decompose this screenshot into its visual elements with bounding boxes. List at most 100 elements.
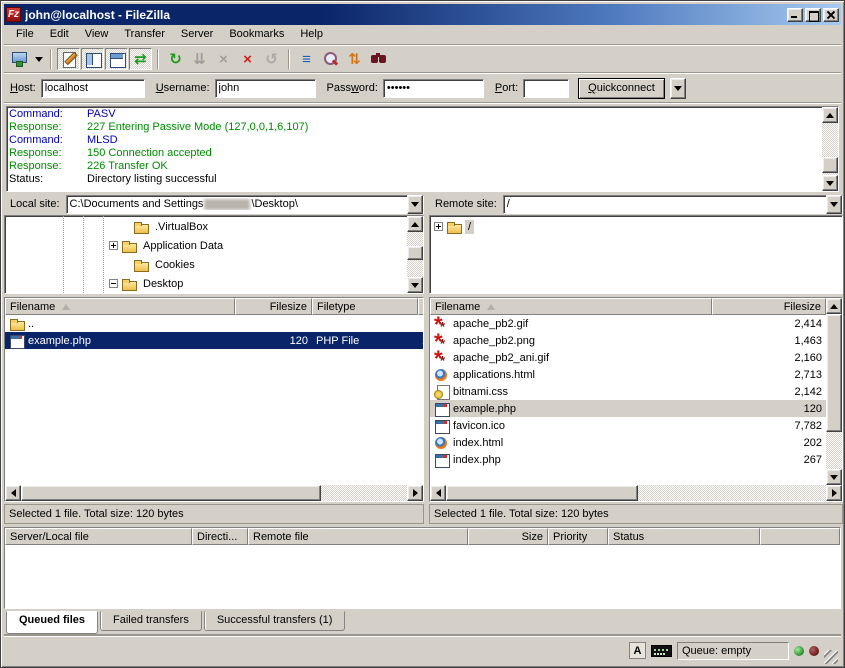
remote-site-dropdown-button[interactable] — [826, 195, 842, 214]
remote-vscrollbar[interactable] — [826, 298, 842, 485]
toggle-message-log-icon[interactable] — [57, 48, 80, 70]
speed-limit-icon[interactable] — [651, 645, 672, 657]
menu-help[interactable]: Help — [292, 26, 331, 43]
compare-directories-icon[interactable] — [319, 48, 342, 70]
remote-hscrollbar[interactable] — [430, 485, 842, 501]
remote-site-combo[interactable]: / — [503, 195, 843, 214]
tree-item-root[interactable]: / — [430, 217, 842, 236]
column-header[interactable]: Last modified — [418, 298, 423, 315]
menu-server[interactable]: Server — [173, 26, 221, 43]
column-header[interactable]: Server/Local file — [5, 528, 192, 545]
scroll-thumb[interactable] — [21, 485, 321, 501]
refresh-icon[interactable]: ↻ — [164, 48, 187, 70]
column-header[interactable]: Filesize — [712, 298, 826, 315]
remote-status-text: Selected 1 file. Total size: 120 bytes — [429, 504, 843, 524]
host-input[interactable] — [41, 79, 145, 98]
tree-item-cookies[interactable]: Cookies — [5, 255, 407, 274]
log-scrollbar[interactable] — [822, 107, 838, 191]
menu-edit[interactable]: Edit — [42, 26, 77, 43]
menu-bookmarks[interactable]: Bookmarks — [221, 26, 292, 43]
file-row[interactable]: apache_pb2.gif 2,414 — [430, 315, 826, 332]
resize-grip[interactable] — [824, 650, 838, 664]
status-bar: A Queue: empty — [4, 636, 841, 664]
column-header[interactable]: Filename — [5, 298, 235, 315]
toggle-queue-icon[interactable]: ⇄ — [129, 48, 152, 70]
scroll-up-icon[interactable] — [822, 107, 838, 123]
tab-failed-transfers[interactable]: Failed transfers — [100, 611, 202, 631]
scroll-left-icon[interactable] — [430, 485, 446, 501]
file-row[interactable]: index.html 202 — [430, 434, 826, 451]
reconnect-icon[interactable]: ↺ — [260, 48, 283, 70]
local-site-dropdown-button[interactable] — [407, 195, 423, 214]
scroll-up-icon[interactable] — [407, 216, 423, 232]
scroll-thumb[interactable] — [822, 157, 838, 173]
title-bar[interactable]: Fz john@localhost - FileZilla — [4, 4, 841, 25]
cancel-operation-icon[interactable]: × — [212, 48, 235, 70]
scroll-down-icon[interactable] — [407, 277, 423, 293]
remote-site-path: / — [504, 198, 826, 210]
menu-transfer[interactable]: Transfer — [116, 26, 173, 43]
scroll-thumb[interactable] — [446, 485, 638, 501]
toggle-local-tree-icon[interactable] — [81, 48, 104, 70]
file-row[interactable]: index.php 267 — [430, 451, 826, 468]
close-button[interactable] — [823, 8, 839, 22]
scroll-thumb[interactable] — [407, 246, 423, 260]
file-row[interactable]: favicon.ico 7,782 — [430, 417, 826, 434]
column-header[interactable]: Status — [608, 528, 760, 545]
transfer-type-indicator-icon[interactable]: A — [629, 642, 646, 659]
column-header[interactable]: Size — [468, 528, 548, 545]
file-row[interactable]: example.php 120 — [430, 400, 826, 417]
tree-item-desktop[interactable]: Desktop — [5, 274, 407, 293]
toggle-remote-tree-icon[interactable] — [105, 48, 128, 70]
maximize-button[interactable] — [805, 8, 821, 22]
local-hscrollbar[interactable] — [5, 485, 423, 501]
local-tree-scrollbar[interactable] — [407, 216, 423, 293]
file-row[interactable]: apache_pb2.png 1,463 — [430, 332, 826, 349]
tree-item-application-data[interactable]: Application Data — [5, 236, 407, 255]
scroll-down-icon[interactable] — [822, 175, 838, 191]
scroll-thumb[interactable] — [826, 314, 842, 432]
column-header[interactable]: Priority — [548, 528, 608, 545]
directory-filters-icon[interactable]: ≡ — [295, 48, 318, 70]
quickconnect-dropdown-button[interactable] — [670, 78, 686, 99]
column-header[interactable]: Filename — [430, 298, 712, 315]
file-row[interactable]: applications.html 2,713 — [430, 366, 826, 383]
file-row[interactable]: .. — [5, 315, 423, 332]
minimize-button[interactable] — [787, 8, 803, 22]
column-header[interactable]: Filetype — [312, 298, 418, 315]
queue-list-area[interactable] — [5, 545, 840, 608]
column-header[interactable]: Filesize — [235, 298, 312, 315]
scroll-left-icon[interactable] — [5, 485, 21, 501]
synchronized-browsing-icon[interactable]: ⇅ — [343, 48, 366, 70]
menu-view[interactable]: View — [77, 26, 117, 43]
scroll-down-icon[interactable] — [826, 469, 842, 485]
file-row[interactable]: bitnami.css 2,142 — [430, 383, 826, 400]
local-file-list: Filename Filesize Filetype Last modified… — [4, 297, 424, 502]
column-header[interactable]: Directi... — [192, 528, 248, 545]
find-files-icon[interactable] — [367, 48, 390, 70]
tab-queued-files[interactable]: Queued files — [6, 611, 98, 634]
disconnect-icon[interactable]: × — [236, 48, 259, 70]
tab-successful-transfers[interactable]: Successful transfers (1) — [204, 611, 346, 631]
quickconnect-button[interactable]: Quickconnect — [578, 78, 665, 99]
menu-file[interactable]: File — [8, 26, 42, 43]
column-header[interactable] — [760, 528, 840, 545]
process-queue-icon[interactable]: ⇊ — [188, 48, 211, 70]
scroll-right-icon[interactable] — [407, 485, 423, 501]
site-manager-icon[interactable] — [8, 48, 31, 70]
tree-expander-icon[interactable] — [109, 279, 118, 288]
tree-expander-icon[interactable] — [109, 241, 118, 250]
tree-expander-icon[interactable] — [434, 222, 443, 231]
local-status-text: Selected 1 file. Total size: 120 bytes — [4, 504, 424, 524]
file-row[interactable]: example.php 120 PHP File 1 — [5, 332, 423, 349]
site-manager-dropdown-button[interactable] — [32, 48, 45, 70]
local-site-combo[interactable]: C:\Documents and Settings\Desktop\ — [66, 195, 424, 214]
scroll-right-icon[interactable] — [826, 485, 842, 501]
port-input[interactable] — [523, 79, 569, 98]
column-header[interactable]: Remote file — [248, 528, 468, 545]
tree-item-virtualbox[interactable]: .VirtualBox — [5, 217, 407, 236]
password-input[interactable] — [383, 79, 484, 98]
username-input[interactable] — [215, 79, 316, 98]
scroll-up-icon[interactable] — [826, 298, 842, 314]
file-row[interactable]: apache_pb2_ani.gif 2,160 — [430, 349, 826, 366]
